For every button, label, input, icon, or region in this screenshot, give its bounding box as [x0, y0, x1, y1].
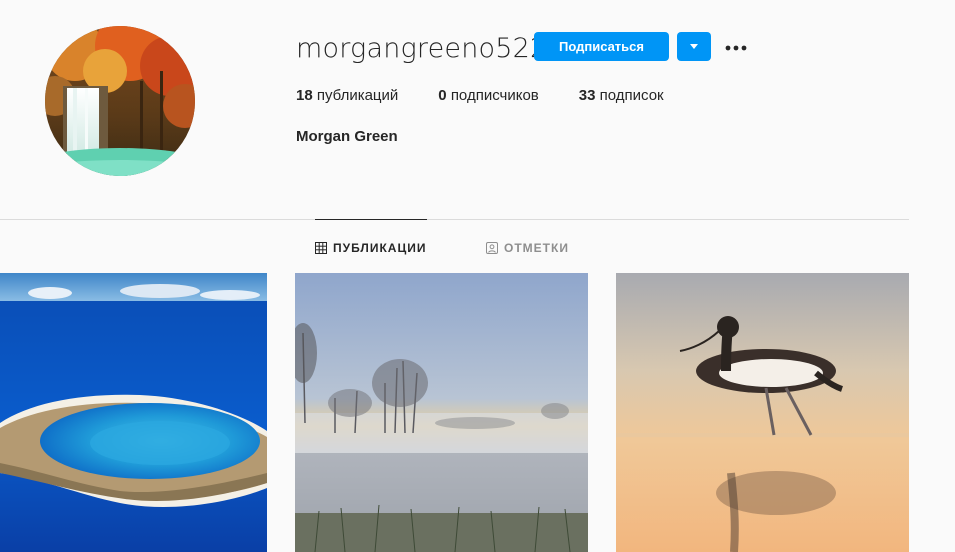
suggested-dropdown-button[interactable]: [677, 32, 711, 61]
followers-count: 0: [438, 87, 447, 104]
avocet-bird-photo: [616, 273, 909, 552]
followers-label: подписчиков: [450, 87, 539, 104]
tab-tagged[interactable]: ОТМЕТКИ: [486, 239, 569, 257]
atoll-island-photo: [0, 273, 267, 552]
active-tab-indicator: [315, 219, 427, 220]
post-thumbnail[interactable]: [295, 273, 588, 552]
follow-button[interactable]: Подписаться: [534, 32, 669, 61]
posts-count: 18: [296, 87, 313, 104]
more-options-button[interactable]: [720, 32, 752, 61]
post-thumbnail[interactable]: [616, 273, 909, 552]
tab-posts-label: ПУБЛИКАЦИИ: [333, 241, 427, 255]
followers-stat[interactable]: 0 подписчиков: [438, 86, 538, 106]
full-name: Morgan Green: [296, 128, 398, 145]
grid-icon: [315, 242, 327, 254]
tab-posts[interactable]: ПУБЛИКАЦИИ: [315, 239, 426, 257]
following-count: 33: [578, 87, 596, 104]
posts-stat: 18 публикаций: [296, 86, 398, 106]
following-stat[interactable]: 33 подписок: [579, 86, 664, 106]
post-thumbnail[interactable]: [0, 273, 267, 552]
chevron-down-icon: [690, 43, 698, 49]
tab-tagged-label: ОТМЕТКИ: [504, 241, 569, 255]
more-horizontal-icon: [725, 45, 747, 51]
tabs-divider: [0, 219, 909, 220]
profile-avatar[interactable]: [45, 26, 195, 176]
posts-label: публикаций: [316, 87, 399, 104]
misty-lake-photo: [295, 273, 588, 552]
waterfall-avatar-image: [45, 26, 195, 176]
username: morgangreeno522: [296, 33, 548, 64]
following-label: подписок: [599, 87, 664, 104]
tagged-icon: [486, 242, 498, 254]
profile-stats: 18 публикаций 0 подписчиков 33 подписок: [296, 86, 704, 106]
